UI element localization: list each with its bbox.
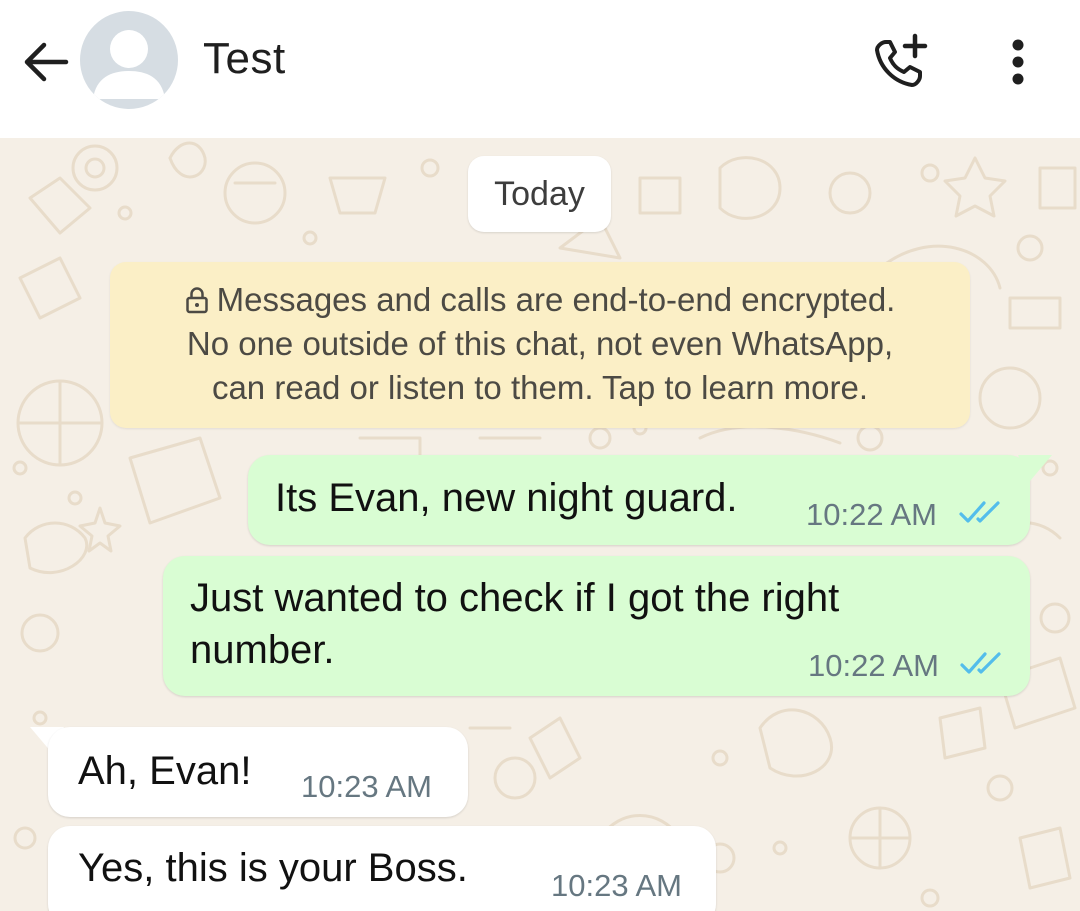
bubble-tail bbox=[1018, 455, 1052, 481]
chat-title[interactable]: Test bbox=[203, 34, 286, 84]
outgoing-message[interactable]: Its Evan, new night guard. 10:22 AM bbox=[248, 455, 1030, 545]
message-text: Ah, Evan! bbox=[78, 749, 252, 793]
phone-add-icon bbox=[875, 33, 928, 87]
chat-area[interactable]: Today Messages and calls are end-to-end … bbox=[0, 138, 1080, 911]
incoming-message[interactable]: Ah, Evan! 10:23 AM bbox=[48, 727, 468, 817]
encryption-notice-text: Messages and calls are end-to-end encryp… bbox=[216, 281, 896, 318]
person-icon bbox=[93, 30, 165, 99]
message-text: Yes, this is your Boss. bbox=[78, 846, 468, 890]
message-time: 10:22 AM bbox=[808, 648, 939, 683]
read-receipt-icon bbox=[960, 652, 1001, 674]
incoming-message[interactable]: Yes, this is your Boss. 10:23 AM bbox=[48, 826, 716, 911]
avatar[interactable] bbox=[80, 11, 178, 109]
more-options-button[interactable] bbox=[998, 32, 1038, 96]
read-receipt-icon bbox=[959, 501, 1000, 523]
message-time: 10:23 AM bbox=[301, 769, 432, 804]
encryption-notice-line: No one outside of this chat, not even Wh… bbox=[186, 325, 894, 362]
encryption-notice-line: can read or listen to them. Tap to learn… bbox=[211, 369, 869, 406]
message-time: 10:23 AM bbox=[551, 868, 682, 903]
message-time: 10:22 AM bbox=[806, 497, 937, 532]
date-chip: Today bbox=[468, 156, 611, 232]
chat-header: Test bbox=[0, 0, 1080, 138]
lock-icon bbox=[185, 287, 208, 314]
encryption-notice[interactable]: Messages and calls are end-to-end encryp… bbox=[110, 262, 970, 428]
arrow-left-icon bbox=[24, 42, 69, 82]
encryption-notice-line: Messages and calls are end-to-end encryp… bbox=[110, 278, 970, 322]
message-text: Just wanted to check if I got the right bbox=[190, 576, 840, 620]
more-vertical-icon bbox=[1012, 39, 1024, 85]
outgoing-message[interactable]: Just wanted to check if I got the right … bbox=[163, 556, 1030, 696]
back-button[interactable] bbox=[20, 36, 72, 88]
add-call-button[interactable] bbox=[868, 30, 932, 94]
message-text: Its Evan, new night guard. bbox=[275, 476, 738, 520]
message-text: number. bbox=[190, 628, 335, 672]
